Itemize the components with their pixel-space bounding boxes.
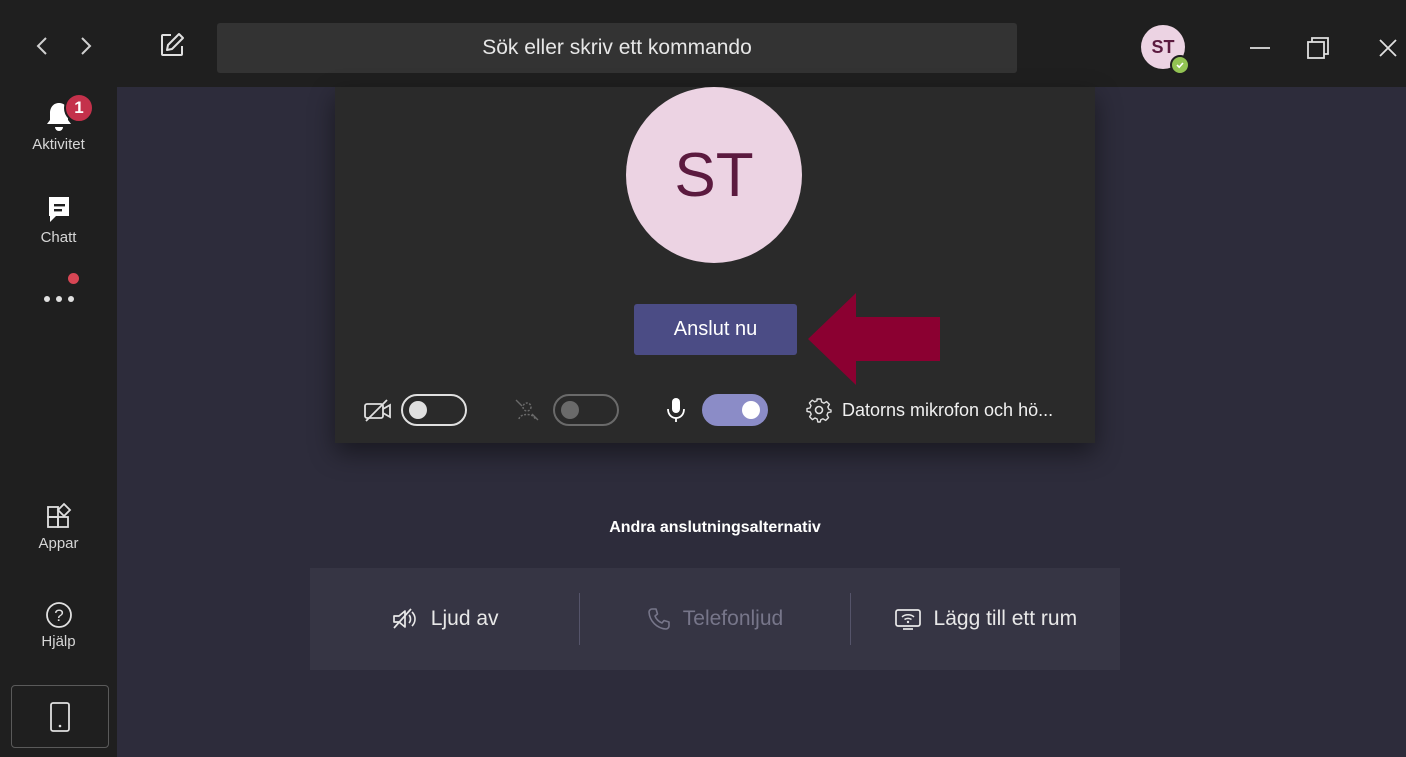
forward-button[interactable]: [74, 32, 98, 60]
phone-icon: [647, 608, 670, 630]
mobile-download-button[interactable]: [11, 685, 109, 748]
new-chat-button[interactable]: [158, 31, 186, 59]
option-label: Ljud av: [430, 607, 499, 630]
rail-item-help[interactable]: ? Hjälp: [0, 600, 117, 650]
chevron-right-icon: [81, 37, 92, 55]
rail-item-label: Appar: [38, 535, 79, 552]
rail-item-activity[interactable]: 1 Aktivitet: [0, 93, 117, 153]
microphone-icon: [667, 398, 685, 422]
audio-device-label: Datorns mikrofon och hö...: [842, 399, 1054, 420]
other-join-options-title: Andra anslutningsalternativ: [609, 519, 821, 536]
avatar-initials: ST: [1151, 36, 1175, 57]
back-button[interactable]: [30, 32, 54, 60]
arrow-left-icon: [808, 293, 940, 385]
more-apps-button[interactable]: [0, 293, 117, 305]
compose-icon: [161, 33, 184, 56]
other-join-options: Ljud av Telefonljud Lägg till ett rum: [310, 568, 1120, 670]
chevron-left-icon: [36, 37, 47, 55]
room-icon: [894, 609, 921, 630]
title-bar: Sök eller skriv ett kommando ST: [0, 0, 1406, 87]
option-label: Telefonljud: [682, 607, 784, 630]
avatar-initials: ST: [674, 140, 754, 210]
restore-button[interactable]: [1300, 30, 1336, 66]
search-input[interactable]: Sök eller skriv ett kommando: [217, 23, 1017, 73]
microphone-toggle[interactable]: [702, 394, 768, 426]
rail-item-label: Chatt: [40, 229, 77, 246]
camera-off-icon: [364, 399, 391, 422]
chat-icon: [48, 197, 69, 222]
notification-badge: 1: [64, 93, 94, 123]
add-room-option[interactable]: Lägg till ett rum: [851, 568, 1120, 670]
speaker-off-icon: [392, 608, 416, 629]
background-blur-toggle[interactable]: [553, 394, 619, 426]
rail-item-apps[interactable]: Appar: [0, 502, 117, 552]
apps-icon: [46, 502, 71, 528]
minimize-icon: [1250, 47, 1270, 49]
rail-item-label: Aktivitet: [32, 136, 85, 153]
microphone-control: [664, 392, 768, 428]
user-avatar[interactable]: ST: [1141, 25, 1190, 75]
rail-item-label: Hjälp: [41, 633, 76, 650]
unread-dot: [68, 273, 79, 284]
gear-icon: [806, 398, 832, 423]
svg-text:?: ?: [54, 606, 63, 625]
phone-device-icon: [50, 701, 70, 732]
device-settings[interactable]: Datorns mikrofon och hö...: [806, 392, 1053, 428]
camera-toggle[interactable]: [401, 394, 467, 426]
help-icon: ?: [45, 602, 72, 628]
presence-available-icon: [1170, 55, 1190, 75]
join-now-button[interactable]: Anslut nu: [634, 304, 797, 355]
more-icon: [43, 296, 74, 302]
phone-audio-option[interactable]: Telefonljud: [580, 568, 849, 670]
option-label: Lägg till ett rum: [933, 607, 1078, 630]
background-blur-icon: [515, 399, 539, 421]
camera-control: [363, 392, 467, 428]
restore-icon: [1307, 37, 1329, 59]
audio-off-option[interactable]: Ljud av: [310, 568, 579, 670]
rail-item-chat[interactable]: Chatt: [0, 194, 117, 246]
minimize-button[interactable]: [1242, 30, 1278, 66]
close-icon: [1379, 39, 1397, 57]
close-button[interactable]: [1370, 30, 1406, 66]
background-control: [513, 392, 619, 428]
user-avatar-large: ST: [626, 87, 802, 263]
app-rail: 1 Aktivitet Chatt Appar ? Hjälp: [0, 87, 117, 757]
search-placeholder: Sök eller skriv ett kommando: [482, 36, 752, 59]
